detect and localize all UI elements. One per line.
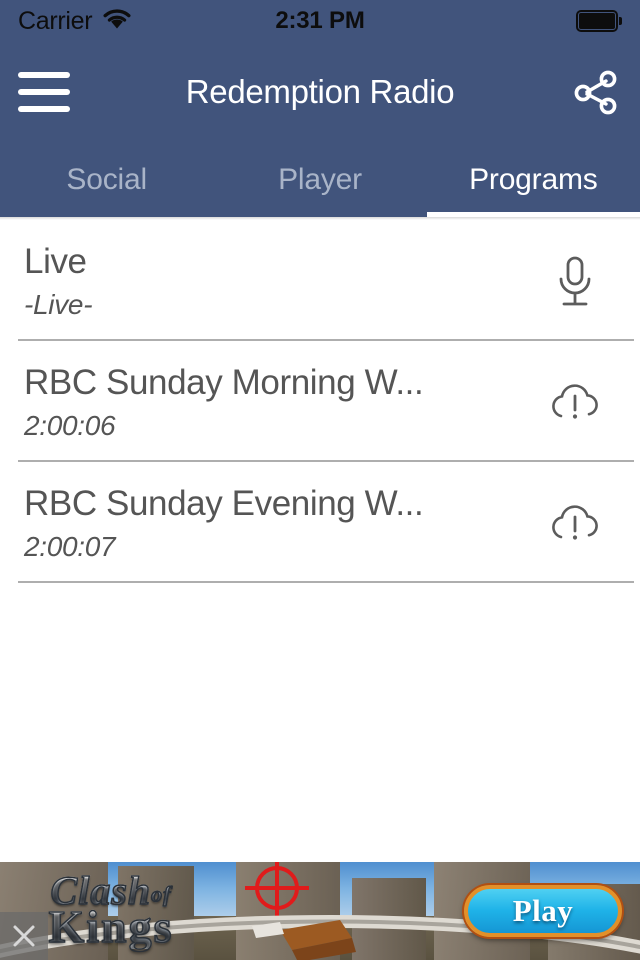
page-title: Redemption Radio	[185, 73, 455, 110]
microphone-icon[interactable]	[536, 254, 614, 310]
cloud-alert-icon[interactable]	[536, 378, 614, 428]
wifi-icon	[102, 8, 132, 35]
list-item-text: Live -Live-	[24, 242, 524, 321]
tab-programs-label: Programs	[469, 162, 598, 196]
ad-castle-tower	[352, 878, 426, 960]
tab-programs[interactable]: Programs	[426, 142, 640, 217]
list-item-title: RBC Sunday Evening W...	[24, 484, 424, 524]
list-item-text: RBC Sunday Evening W... 2:00:07	[24, 484, 524, 563]
programs-list: Live -Live- RBC Sunday Morning W... 2:00…	[0, 220, 640, 584]
carrier-label: Carrier	[18, 6, 93, 35]
ad-castle-tower	[118, 866, 194, 960]
share-icon[interactable]	[568, 65, 622, 119]
tab-social[interactable]: Social	[0, 142, 213, 217]
list-item[interactable]: RBC Sunday Evening W... 2:00:07	[0, 462, 640, 581]
tab-social-label: Social	[66, 162, 147, 196]
status-bar: Carrier 2:31 PM	[0, 0, 640, 42]
list-item-duration: 2:00:06	[24, 410, 116, 442]
battery-full-icon	[576, 10, 622, 32]
status-bar-left: Carrier	[18, 7, 132, 36]
close-icon	[13, 925, 35, 947]
navigation-bar: Redemption Radio	[0, 42, 640, 142]
list-item-duration: 2:00:07	[24, 531, 116, 563]
list-item-duration: -Live-	[24, 289, 93, 321]
list-item-title: RBC Sunday Morning W...	[24, 363, 424, 403]
ad-play-label: Play	[512, 893, 574, 928]
tab-bar: Social Player Programs	[0, 142, 640, 217]
hamburger-menu-icon[interactable]	[18, 72, 70, 112]
list-divider	[18, 581, 634, 584]
list-item-title: Live	[24, 242, 87, 281]
advertisement-banner[interactable]: Clashof Kings Play	[0, 862, 640, 960]
list-item[interactable]: Live -Live-	[0, 220, 640, 339]
ad-close-button[interactable]	[0, 912, 48, 960]
tab-player-label: Player	[278, 162, 362, 196]
status-bar-right	[576, 10, 622, 32]
ad-play-button[interactable]: Play	[464, 885, 622, 937]
list-item-text: RBC Sunday Morning W... 2:00:06	[24, 363, 524, 442]
tab-player[interactable]: Player	[213, 142, 426, 217]
app-screen: Carrier 2:31 PM Redemption Radio Social …	[0, 0, 640, 960]
list-item[interactable]: RBC Sunday Morning W... 2:00:06	[0, 341, 640, 460]
cloud-alert-icon[interactable]	[536, 499, 614, 549]
ad-castle-tower	[236, 862, 340, 960]
